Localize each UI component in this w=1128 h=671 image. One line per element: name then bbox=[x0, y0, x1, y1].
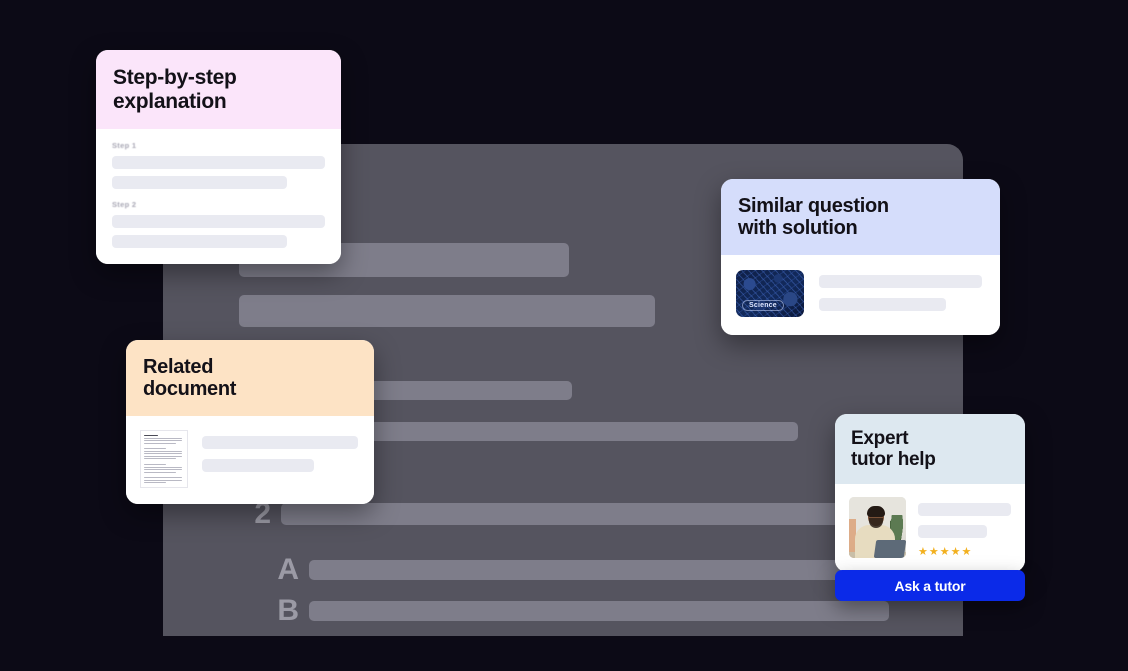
card-expert-body: ★★★★★ bbox=[835, 483, 1025, 572]
placeholder-line bbox=[918, 502, 1011, 516]
row-marker-b: B bbox=[277, 594, 299, 627]
placeholder-line bbox=[918, 524, 987, 538]
document-page-thumbnail-icon bbox=[140, 429, 188, 488]
placeholder-line bbox=[819, 297, 947, 311]
rating-stars: ★★★★★ bbox=[918, 545, 973, 558]
card-expert-tutor-help[interactable]: Expert tutor help ★★★★★ bbox=[835, 414, 1025, 572]
placeholder-line bbox=[202, 458, 315, 472]
panel-row-option-a: A bbox=[261, 555, 889, 585]
tutor-info: ★★★★★ bbox=[918, 497, 1011, 558]
step-2-label: Step 2 bbox=[112, 200, 137, 210]
science-thumbnail-label: Science bbox=[742, 299, 784, 311]
similar-lines bbox=[819, 270, 982, 311]
ask-a-tutor-button[interactable]: Ask a tutor bbox=[835, 570, 1025, 601]
panel-row-option-b: B bbox=[261, 596, 889, 626]
card-expert-title: Expert tutor help bbox=[835, 414, 1025, 484]
step-block: Step 2 bbox=[112, 200, 325, 249]
placeholder-line bbox=[112, 156, 325, 170]
card-step-by-step-explanation[interactable]: Step-by-step explanation Step 1 Step 2 bbox=[96, 50, 341, 265]
placeholder-line bbox=[112, 235, 287, 249]
science-thumbnail-icon: Science bbox=[736, 269, 804, 317]
card-similar-title: Similar question with solution bbox=[721, 179, 1000, 255]
step-1-label: Step 1 bbox=[112, 141, 137, 151]
placeholder-bar bbox=[281, 503, 856, 525]
card-document-title: Related document bbox=[126, 340, 374, 416]
step-block: Step 1 bbox=[112, 141, 325, 190]
placeholder-bar bbox=[309, 560, 889, 580]
placeholder-bar bbox=[239, 295, 655, 327]
card-document-body bbox=[126, 415, 374, 504]
card-step-title: Step-by-step explanation bbox=[96, 50, 341, 130]
document-lines bbox=[202, 430, 358, 472]
tutor-avatar bbox=[849, 496, 906, 558]
placeholder-line bbox=[112, 176, 287, 190]
panel-row bbox=[239, 295, 655, 327]
card-step-body: Step 1 Step 2 bbox=[96, 129, 341, 265]
card-similar-body: Science bbox=[721, 254, 1000, 335]
illustration-stage: 2 A B Step-by-step explanation Step 1 St bbox=[0, 0, 1128, 671]
placeholder-line bbox=[202, 435, 358, 449]
placeholder-line bbox=[112, 215, 325, 229]
row-marker-a: A bbox=[277, 553, 299, 586]
card-related-document[interactable]: Related document bbox=[126, 340, 374, 504]
placeholder-bar bbox=[309, 601, 889, 621]
placeholder-line bbox=[819, 274, 982, 288]
card-similar-question[interactable]: Similar question with solution Science bbox=[721, 179, 1000, 335]
